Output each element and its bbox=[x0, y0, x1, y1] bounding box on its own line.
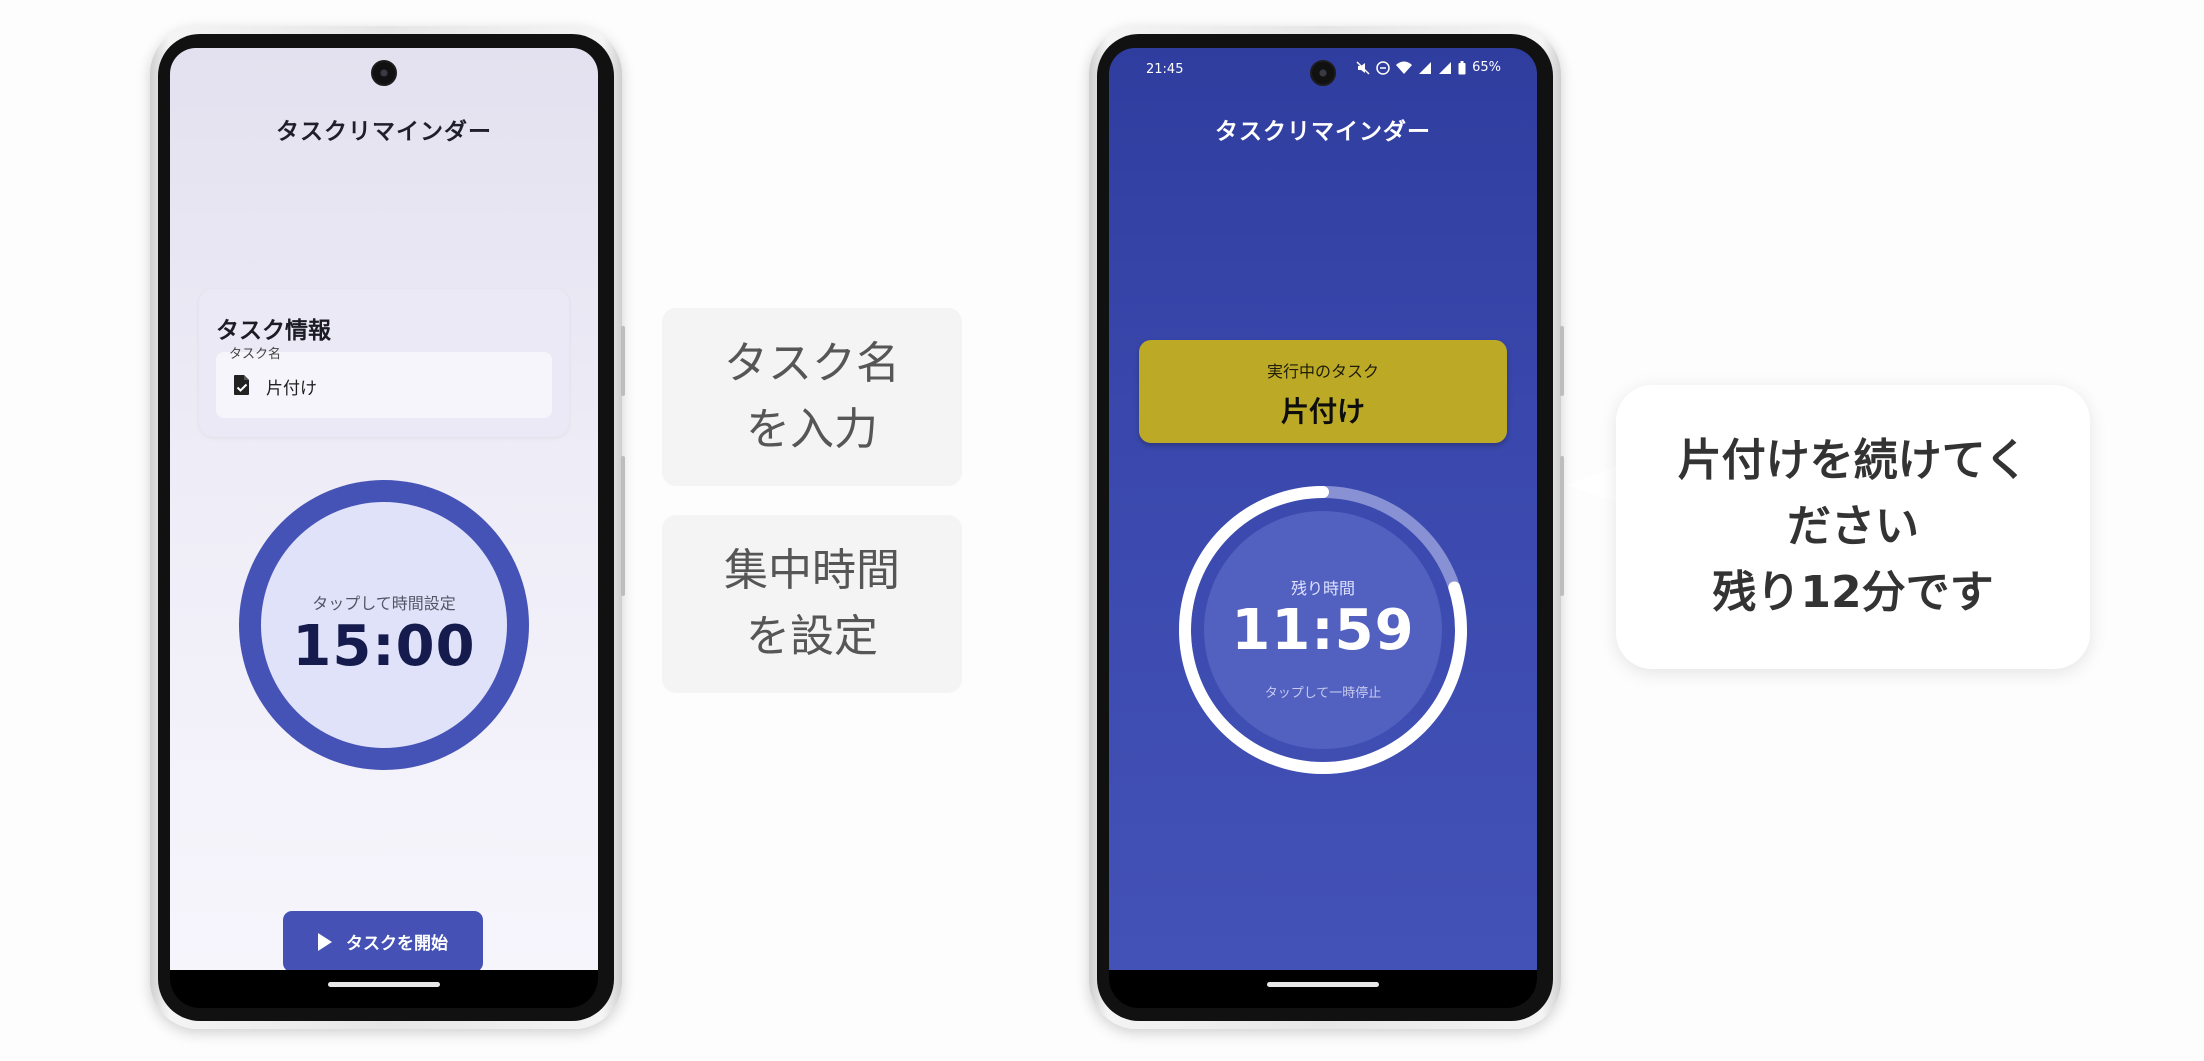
battery-icon bbox=[1458, 60, 1466, 74]
caption-line: を入力 bbox=[746, 404, 878, 455]
timer-dial-face: タップして時間設定 15:00 bbox=[261, 502, 507, 748]
power-button bbox=[621, 456, 625, 596]
left-phone: タスクリマインダー タスク情報 タスク名 片付け タップして時間設定 15:00 bbox=[150, 26, 625, 1029]
countdown-dial[interactable]: 残り時間 11:59 タップして一時停止 bbox=[1178, 485, 1468, 775]
timer-caption: タップして時間設定 bbox=[312, 594, 456, 613]
volume-button bbox=[1560, 326, 1564, 396]
right-phone: 21:45 65% タスクリマインダー 実行中のタスク 片付け 残り時間 11:… bbox=[1089, 26, 1564, 1029]
app-title: タスクリマインダー bbox=[1215, 119, 1431, 145]
remaining-time: 11:59 bbox=[1231, 598, 1415, 663]
power-button bbox=[1560, 456, 1564, 596]
nav-bar bbox=[1109, 970, 1537, 1008]
right-screen: 21:45 65% タスクリマインダー 実行中のタスク 片付け 残り時間 11:… bbox=[1109, 48, 1537, 970]
task-name-field[interactable]: タスク名 片付け bbox=[216, 347, 552, 418]
caption-line: を設定 bbox=[746, 611, 878, 662]
wifi-icon bbox=[1396, 61, 1413, 74]
volume-button bbox=[621, 326, 625, 396]
task-card-title: タスク情報 bbox=[216, 318, 331, 344]
status-time: 21:45 bbox=[1146, 62, 1184, 77]
battery-percent: 65% bbox=[1472, 60, 1501, 75]
timer-dial[interactable]: タップして時間設定 15:00 bbox=[239, 480, 529, 770]
running-task-card: 実行中のタスク 片付け bbox=[1139, 340, 1507, 443]
remaining-caption: 残り時間 bbox=[1290, 579, 1355, 598]
stage: タスクリマインダー タスク情報 タスク名 片付け タップして時間設定 15:00 bbox=[0, 0, 2204, 1061]
camera-icon bbox=[371, 60, 397, 86]
camera-icon bbox=[1310, 60, 1336, 86]
step-caption-focus-time: 集中時間 を設定 bbox=[662, 515, 962, 693]
left-screen: タスクリマインダー タスク情報 タスク名 片付け タップして時間設定 15:00 bbox=[170, 48, 598, 970]
app-title: タスクリマインダー bbox=[276, 119, 492, 145]
status-icons: 65% bbox=[1356, 60, 1501, 75]
bubble-line: ださい bbox=[1787, 501, 1919, 552]
caption-line: タスク名 bbox=[724, 338, 900, 389]
home-indicator[interactable] bbox=[328, 982, 440, 987]
play-icon bbox=[318, 932, 332, 951]
running-task-name: 片付け bbox=[1280, 395, 1365, 428]
bubble-line: 片付けを続けてく bbox=[1677, 435, 2029, 486]
signal-icon bbox=[1439, 61, 1452, 74]
bubble-line: 残り12分です bbox=[1712, 567, 1994, 618]
step-caption-task-name: タスク名 を入力 bbox=[662, 308, 962, 486]
task-file-icon bbox=[234, 375, 249, 395]
task-name-label: タスク名 bbox=[229, 347, 282, 362]
task-name-value: 片付け bbox=[266, 379, 317, 399]
start-task-label: タスクを開始 bbox=[346, 934, 448, 954]
nav-bar bbox=[170, 970, 598, 1008]
mute-icon bbox=[1356, 60, 1370, 75]
timer-value: 15:00 bbox=[292, 614, 476, 679]
start-task-button[interactable]: タスクを開始 bbox=[283, 911, 483, 970]
home-indicator[interactable] bbox=[1267, 982, 1379, 987]
task-info-card: タスク情報 タスク名 片付け bbox=[199, 289, 569, 437]
caption-line: 集中時間 bbox=[724, 545, 900, 596]
pause-hint: タップして一時停止 bbox=[1264, 686, 1382, 701]
signal-icon bbox=[1419, 61, 1432, 74]
running-task-label: 実行中のタスク bbox=[1266, 362, 1379, 381]
reminder-speech-bubble: 片付けを続けてく ださい 残り12分です bbox=[1616, 385, 2090, 669]
do-not-disturb-icon bbox=[1376, 60, 1390, 75]
